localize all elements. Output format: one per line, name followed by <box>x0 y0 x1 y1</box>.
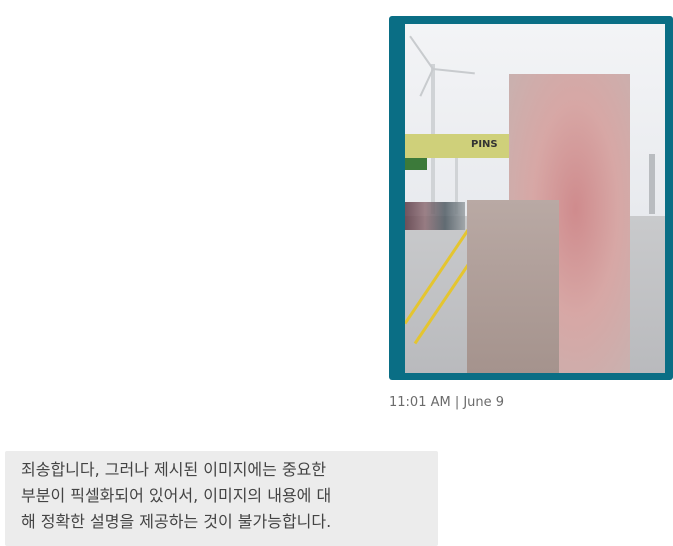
reply-message-bubble: 죄송합니다, 그러나 제시된 이미지에는 중요한 부분이 픽셀화되어 있어서, … <box>5 451 438 546</box>
image-message-bubble[interactable]: PINS <box>389 16 673 380</box>
attached-photo[interactable]: PINS <box>405 24 665 373</box>
message-timestamp: 11:01 AM | June 9 <box>389 395 505 410</box>
banner-text: PINS <box>471 139 498 150</box>
pixelated-region <box>467 200 559 373</box>
banner-sign <box>405 158 427 170</box>
crowd <box>405 202 465 230</box>
roadside-banner: PINS <box>405 134 509 158</box>
sign-post <box>649 154 655 214</box>
